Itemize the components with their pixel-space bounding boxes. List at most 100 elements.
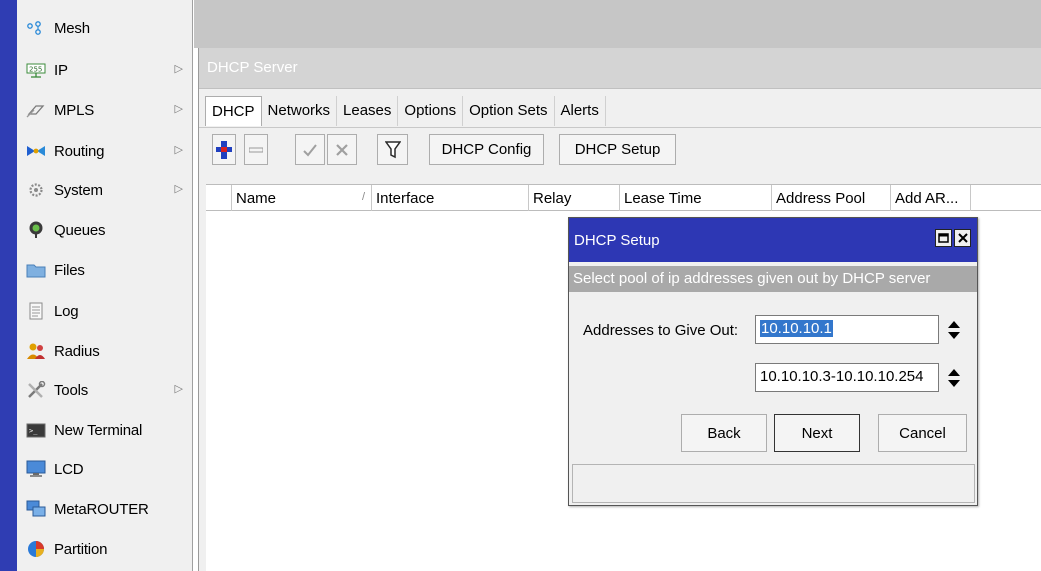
column-header-relay[interactable]: Relay — [529, 185, 620, 211]
sidebar-item-lcd[interactable]: LCD — [17, 449, 193, 489]
sidebar-item-label: Mesh — [54, 19, 90, 37]
remove-button[interactable] — [244, 134, 268, 165]
metarouter-icon — [26, 500, 46, 518]
workspace-background — [194, 0, 1041, 48]
sidebar-item-system[interactable]: System ▷ — [17, 170, 193, 210]
sidebar-item-new-terminal[interactable]: >_ New Terminal — [17, 410, 193, 450]
mpls-icon — [26, 101, 46, 119]
users-icon — [26, 342, 46, 360]
tab-dhcp[interactable]: DHCP — [205, 96, 262, 126]
sidebar-item-label: Queues — [54, 221, 106, 239]
close-icon — [957, 233, 968, 243]
dhcp-setup-button[interactable]: DHCP Setup — [559, 134, 676, 165]
sidebar-item-radius[interactable]: Radius — [17, 331, 193, 371]
tab-bar: DHCP Networks Leases Options Option Sets… — [205, 96, 606, 126]
dialog-status-bar — [572, 464, 975, 503]
filter-button[interactable] — [377, 134, 408, 165]
spinner-updown-icon[interactable] — [947, 367, 961, 389]
tab-leases[interactable]: Leases — [337, 96, 399, 126]
address-field-2[interactable]: 10.10.10.3-10.10.10.254 — [755, 363, 939, 392]
gear-icon — [26, 181, 46, 199]
tab-alerts[interactable]: Alerts — [555, 96, 606, 126]
submenu-arrow-icon: ▷ — [174, 144, 183, 156]
submenu-arrow-icon: ▷ — [174, 383, 183, 395]
spinner-updown-icon[interactable] — [947, 319, 961, 341]
sidebar-item-label: Routing — [54, 142, 105, 160]
sidebar-item-label: Radius — [54, 342, 100, 360]
folder-icon — [26, 261, 46, 279]
dialog-title[interactable]: DHCP Setup — [569, 218, 977, 262]
monitor-icon — [26, 460, 46, 478]
sidebar-item-mpls[interactable]: MPLS ▷ — [17, 90, 193, 130]
sidebar-menu: Mesh 255 IP ▷ MPLS ▷ Routing ▷ System ▷ … — [17, 0, 193, 571]
submenu-arrow-icon: ▷ — [174, 183, 183, 195]
sidebar-item-ip[interactable]: 255 IP ▷ — [17, 50, 193, 90]
sidebar-item-tools[interactable]: Tools ▷ — [17, 370, 193, 410]
pie-chart-icon — [26, 540, 46, 558]
sidebar-item-label: Tools — [54, 381, 89, 399]
plus-icon — [216, 140, 232, 159]
next-button[interactable]: Next — [774, 414, 860, 452]
tools-icon — [26, 381, 46, 399]
column-header-blank — [206, 185, 232, 211]
routing-icon — [26, 142, 46, 160]
sidebar-item-label: LCD — [54, 460, 84, 478]
maximize-button[interactable] — [935, 229, 952, 247]
ip-icon: 255 — [26, 61, 46, 79]
address-field-1[interactable]: 10.10.10.1 — [755, 315, 939, 344]
terminal-icon: >_ — [26, 421, 46, 439]
dhcp-config-button[interactable]: DHCP Config — [429, 134, 544, 165]
column-header-add-arp[interactable]: Add AR... — [891, 185, 971, 211]
close-button[interactable] — [954, 229, 971, 247]
sidebar-item-log[interactable]: Log — [17, 291, 193, 331]
maximize-icon — [938, 233, 949, 243]
sidebar-item-routing[interactable]: Routing ▷ — [17, 131, 193, 171]
add-button[interactable] — [212, 134, 236, 165]
dialog-instruction: Select pool of ip addresses given out by… — [569, 266, 977, 292]
column-header-interface[interactable]: Interface — [372, 185, 529, 211]
queues-icon — [26, 221, 46, 239]
svg-text:>_: >_ — [29, 427, 38, 435]
svg-text:255: 255 — [29, 66, 42, 74]
sidebar-item-label: Log — [54, 302, 79, 320]
submenu-arrow-icon: ▷ — [174, 63, 183, 75]
sidebar-item-label: IP — [54, 61, 68, 79]
toolbar: DHCP Config DHCP Setup — [199, 127, 1041, 171]
column-header-name[interactable]: Name / — [232, 185, 372, 211]
cancel-button[interactable]: Cancel — [878, 414, 967, 452]
addresses-label: Addresses to Give Out: — [583, 322, 739, 339]
sidebar-item-files[interactable]: Files — [17, 250, 193, 290]
sidebar-item-label: Partition — [54, 540, 108, 558]
back-button[interactable]: Back — [681, 414, 767, 452]
window-title[interactable]: DHCP Server — [199, 48, 1041, 89]
sidebar-item-mesh[interactable]: Mesh — [17, 8, 193, 48]
sidebar-item-label: MetaROUTER — [54, 500, 149, 518]
cross-icon — [336, 143, 348, 156]
column-header-label: Name — [236, 190, 277, 207]
filter-icon — [384, 140, 401, 158]
sidebar-item-partition[interactable]: Partition — [17, 529, 193, 569]
table-header: Name / Interface Relay Lease Time Addres… — [206, 184, 1041, 211]
sidebar-item-label: MPLS — [54, 101, 95, 119]
minus-icon — [249, 147, 263, 152]
sidebar-item-metarouter[interactable]: MetaROUTER — [17, 489, 193, 529]
column-header-lease-time[interactable]: Lease Time — [620, 185, 772, 211]
disable-button[interactable] — [327, 134, 357, 165]
sidebar-item-queues[interactable]: Queues — [17, 210, 193, 250]
tab-options[interactable]: Options — [398, 96, 464, 126]
address-value-selected: 10.10.10.1 — [760, 320, 833, 337]
left-blue-strip — [0, 0, 17, 571]
sidebar-item-label: System — [54, 181, 103, 199]
sidebar-item-label: New Terminal — [54, 421, 143, 439]
sort-indicator-icon: / — [361, 191, 365, 203]
enable-button[interactable] — [295, 134, 325, 165]
tab-option-sets[interactable]: Option Sets — [463, 96, 555, 126]
mesh-icon — [26, 19, 46, 37]
dhcp-setup-dialog: DHCP Setup Select pool of ip addresses g… — [568, 217, 978, 506]
sidebar-item-label: Files — [54, 261, 85, 279]
check-icon — [303, 143, 317, 156]
column-header-address-pool[interactable]: Address Pool — [772, 185, 891, 211]
log-icon — [26, 302, 46, 320]
submenu-arrow-icon: ▷ — [174, 103, 183, 115]
tab-networks[interactable]: Networks — [262, 96, 338, 126]
